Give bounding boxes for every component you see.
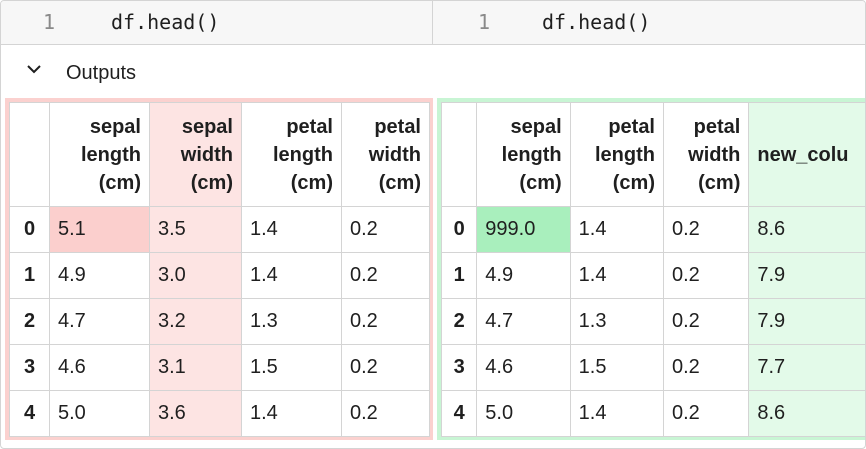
code-cell-row: 1 df.head() 1 df.head() [1,1,865,45]
table-cell: 1.5 [241,344,342,391]
table-cell: 8.6 [748,390,865,437]
table-cell: 3.0 [149,252,242,299]
row-index: 4 [9,390,50,437]
table-cell: 4.9 [476,252,571,299]
table-cell: 3.1 [149,344,242,391]
column-header: petal width (cm) [341,102,430,207]
table-cell: 1.3 [241,298,342,345]
table-cell: 7.9 [748,252,865,299]
table-cell: 1.3 [569,298,665,345]
table-cell: 1.4 [569,390,665,437]
outputs-label[interactable]: Outputs [66,62,136,85]
index-header [440,102,478,207]
table-row: 0 999.0 1.4 0.2 8.6 [440,206,865,253]
table-cell: 1.4 [241,206,342,253]
output-pane-before: sepal length (cm) sepal width (cm) petal leng… [5,98,433,440]
table-cell: 0.2 [662,344,750,391]
index-header [9,102,50,207]
row-index: 4 [440,390,478,437]
column-header: petal length (cm) [569,102,665,207]
column-header: sepal width (cm) [149,102,242,207]
table-cell: 0.2 [341,252,430,299]
column-header: petal length (cm) [241,102,342,207]
table-header-row: sepal length (cm) sepal width (cm) petal leng… [9,102,430,207]
code-cell-left[interactable]: 1 df.head() [1,1,433,44]
table-cell: 8.6 [748,206,865,253]
code-cell-right[interactable]: 1 df.head() [434,1,865,44]
table-row: 1 4.9 1.4 0.2 7.9 [440,252,865,299]
row-index: 2 [440,298,478,345]
table-row: 3 4.6 1.5 0.2 7.7 [440,344,865,391]
notebook-diff-view: 1 df.head() 1 df.head() Outputs sepal len… [0,0,866,449]
table-cell: 3.6 [149,390,242,437]
table-cell: 1.4 [569,252,665,299]
line-number: 1 [478,10,491,34]
code-source[interactable]: df.head() [111,10,219,34]
table-cell: 7.7 [748,344,865,391]
table-cell: 1.4 [569,206,665,253]
column-header: sepal length (cm) [476,102,571,207]
table-cell: 0.2 [341,390,430,437]
table-cell: 5.0 [476,390,571,437]
output-pane-after: sepal length (cm) petal length (cm) petal wid… [437,98,865,440]
table-cell: 5.1 [49,206,150,253]
table-cell: 3.2 [149,298,242,345]
table-row: 3 4.6 3.1 1.5 0.2 [9,344,430,391]
row-index: 1 [9,252,50,299]
table-cell: 7.9 [748,298,865,345]
table-row: 2 4.7 3.2 1.3 0.2 [9,298,430,345]
table-cell: 4.9 [49,252,150,299]
row-index: 2 [9,298,50,345]
table-cell: 4.6 [476,344,571,391]
table-row: 1 4.9 3.0 1.4 0.2 [9,252,430,299]
table-cell: 3.5 [149,206,242,253]
table-cell: 0.2 [341,206,430,253]
row-index: 3 [9,344,50,391]
row-index: 3 [440,344,478,391]
table-row: 4 5.0 1.4 0.2 8.6 [440,390,865,437]
table-cell: 0.2 [662,298,750,345]
column-header: sepal length (cm) [49,102,150,207]
row-index: 1 [440,252,478,299]
table-cell: 0.2 [662,206,750,253]
table-cell: 4.7 [49,298,150,345]
row-index: 0 [440,206,478,253]
table-cell: 0.2 [341,298,430,345]
table-cell: 4.7 [476,298,571,345]
table-cell: 1.4 [241,390,342,437]
chevron-down-icon[interactable] [26,63,41,77]
table-row: 0 5.1 3.5 1.4 0.2 [9,206,430,253]
dataframe-table-after: sepal length (cm) petal length (cm) petal wid… [440,102,865,437]
table-cell: 0.2 [341,344,430,391]
table-header-row: sepal length (cm) petal length (cm) petal wid… [440,102,865,207]
table-cell: 0.2 [662,252,750,299]
dataframe-table-before: sepal length (cm) sepal width (cm) petal leng… [9,102,430,437]
table-row: 4 5.0 3.6 1.4 0.2 [9,390,430,437]
column-header: new_colu [748,102,865,207]
table-cell: 1.5 [569,344,665,391]
column-header: petal width (cm) [662,102,750,207]
table-cell: 0.2 [662,390,750,437]
line-number: 1 [43,10,56,34]
code-source[interactable]: df.head() [542,10,650,34]
table-cell: 5.0 [49,390,150,437]
table-row: 2 4.7 1.3 0.2 7.9 [440,298,865,345]
table-cell: 999.0 [476,206,571,253]
table-cell: 1.4 [241,252,342,299]
table-cell: 4.6 [49,344,150,391]
row-index: 0 [9,206,50,253]
